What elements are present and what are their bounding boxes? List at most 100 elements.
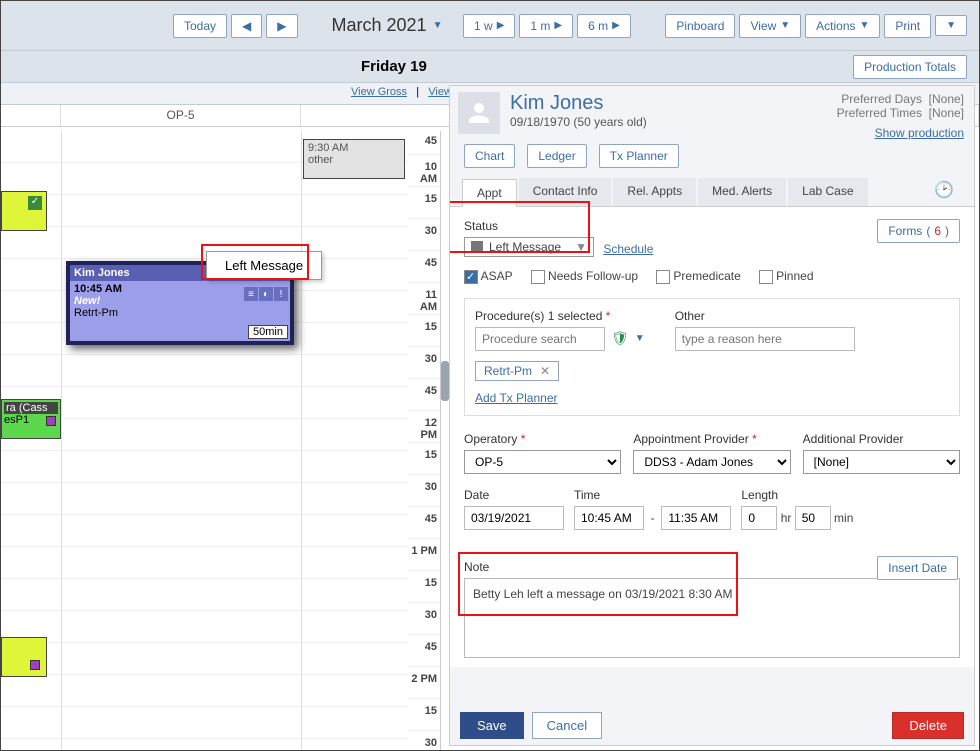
appt-form: Forms (6) Status Left Message ▼ Schedule… [450, 207, 974, 667]
chevron-right-icon: ▶ [277, 19, 286, 33]
panel-tabs: Appt Contact Info Rel. Appts Med. Alerts… [450, 172, 974, 207]
flag-checkboxes: ASAP Needs Follow-up Premedicate Pinned [464, 269, 960, 284]
top-toolbar: Today ◀ ▶ March 2021▼ 1 w ▶ 1 m ▶ 6 m ▶ … [1, 1, 979, 51]
operatory-select[interactable]: OP-5 [464, 450, 621, 474]
appt-label: other [308, 154, 400, 166]
appt-sub: esP1 [4, 414, 29, 426]
appointment-grey[interactable]: 9:30 AM other [303, 139, 405, 179]
current-date: Friday 19 [361, 58, 427, 75]
appt-duration: 50min [248, 325, 288, 339]
time-ruler: 45 10 AM 15 30 45 11 AM 15 30 45 12 PM 1… [408, 131, 440, 750]
color-swatch-icon [30, 660, 40, 670]
tab-rel-appts[interactable]: Rel. Appts [613, 178, 696, 206]
show-production-link[interactable]: Show production [875, 126, 964, 140]
pref-times-value: [None] [929, 106, 964, 120]
min-unit: min [834, 511, 853, 525]
appt-status-icons: ≡ ◐ ! [244, 287, 288, 301]
chip-label: Retrt-Pm [484, 364, 532, 378]
view-gross-link[interactable]: View Gross [351, 86, 407, 98]
operatory-label: Operatory [464, 432, 621, 446]
appointment-yellow-1[interactable]: ✓ [1, 191, 47, 231]
shield-icon[interactable]: 🛡 [611, 330, 629, 347]
provider-select[interactable]: DDS3 - Adam Jones [633, 450, 790, 474]
scrollbar-thumb[interactable] [441, 361, 449, 401]
avatar [458, 92, 500, 134]
pinned-checkbox[interactable] [759, 270, 773, 284]
month-selector[interactable]: March 2021 ▼ [320, 9, 455, 42]
color-swatch-icon [46, 416, 56, 426]
schedule-link[interactable]: Schedule [603, 242, 653, 256]
tab-appt[interactable]: Appt [462, 179, 517, 207]
cancel-button[interactable]: Cancel [532, 712, 602, 739]
tab-med-alerts[interactable]: Med. Alerts [698, 178, 786, 206]
addprovider-select[interactable]: [None] [803, 450, 960, 474]
chevron-left-icon: ◀ [242, 19, 251, 33]
chip-remove-icon[interactable]: ✕ [540, 364, 550, 378]
range-1m-button[interactable]: 1 m ▶ [519, 14, 573, 38]
insert-date-button[interactable]: Insert Date [877, 556, 958, 580]
calendar-grid[interactable]: 9:30 AM other ✓ Kim Jones ≡ ◐ ! 10:45 AM… [1, 131, 408, 750]
print-dropdown[interactable]: ▼ [935, 15, 967, 36]
range-6m-button[interactable]: 6 m ▶ [577, 14, 631, 38]
pref-times-label: Preferred Times [837, 106, 922, 120]
tab-lab-case[interactable]: Lab Case [788, 178, 867, 206]
chart-button[interactable]: Chart [464, 144, 515, 168]
add-txplanner-link[interactable]: Add Tx Planner [475, 391, 558, 405]
range-1w-button[interactable]: 1 w ▶ [463, 14, 515, 38]
prev-button[interactable]: ◀ [231, 14, 262, 38]
procedure-chip[interactable]: Retrt-Pm ✕ [475, 361, 559, 381]
length-min-input[interactable] [795, 506, 831, 530]
pref-days-value: [None] [929, 92, 964, 106]
asap-label: ASAP [481, 269, 513, 283]
asap-checkbox[interactable] [464, 270, 478, 284]
other-label: Other [675, 309, 855, 323]
status-icon [471, 241, 483, 253]
production-totals-button[interactable]: Production Totals [853, 55, 967, 79]
appointment-yellow-2[interactable] [1, 637, 47, 677]
status-dropdown[interactable]: Left Message ▼ [464, 237, 594, 257]
view-dropdown[interactable]: View ▼ [739, 14, 801, 38]
followup-checkbox[interactable] [531, 270, 545, 284]
status-value: Left Message [489, 240, 561, 254]
status-tooltip: Left Message [206, 251, 322, 280]
date-input[interactable] [464, 506, 564, 530]
today-button[interactable]: Today [173, 14, 227, 38]
ledger-button[interactable]: Ledger [527, 144, 586, 168]
month-label: March 2021 [332, 15, 427, 36]
txplanner-button[interactable]: Tx Planner [599, 144, 679, 168]
followup-label: Needs Follow-up [548, 269, 638, 283]
save-button[interactable]: Save [460, 712, 524, 739]
status-label: Status [464, 219, 960, 233]
tab-contact[interactable]: Contact Info [519, 178, 612, 206]
print-button[interactable]: Print [884, 14, 931, 38]
procedures-label: Procedure(s) 1 selected * [475, 309, 645, 323]
patient-name[interactable]: Kim Jones [510, 92, 647, 115]
flag-icon: ◐ [259, 287, 273, 301]
actions-dropdown[interactable]: Actions ▼ [805, 14, 880, 38]
next-button[interactable]: ▶ [266, 14, 297, 38]
premed-checkbox[interactable] [656, 270, 670, 284]
column-op5: OP-5 [61, 105, 301, 126]
other-reason-input[interactable] [675, 327, 855, 351]
delete-button[interactable]: Delete [892, 712, 964, 739]
patient-dob: 09/18/1970 (50 years old) [510, 115, 647, 129]
pref-days-label: Preferred Days [841, 92, 922, 106]
person-icon [464, 98, 494, 128]
end-time-input[interactable] [661, 506, 731, 530]
caret-down-icon[interactable]: ▼ [635, 333, 645, 344]
appointment-panel: Kim Jones 09/18/1970 (50 years old) Pref… [449, 85, 975, 746]
provider-label: Appointment Provider [633, 432, 790, 446]
appointment-green[interactable]: ra (Cass esP1 [1, 399, 61, 439]
start-time-input[interactable] [574, 506, 644, 530]
addprovider-label: Additional Provider [803, 432, 960, 446]
premed-label: Premedicate [673, 269, 740, 283]
caret-down-icon: ▼ [433, 20, 443, 31]
pinned-label: Pinned [776, 269, 813, 283]
pinboard-button[interactable]: Pinboard [665, 14, 735, 38]
alert-icon: ! [274, 287, 288, 301]
date-label: Date [464, 488, 564, 502]
length-hr-input[interactable] [741, 506, 777, 530]
note-textarea[interactable]: Betty Leh left a message on 03/19/2021 8… [464, 578, 960, 658]
history-icon[interactable]: 🕑 [934, 180, 954, 200]
procedure-search-input[interactable] [475, 327, 605, 351]
